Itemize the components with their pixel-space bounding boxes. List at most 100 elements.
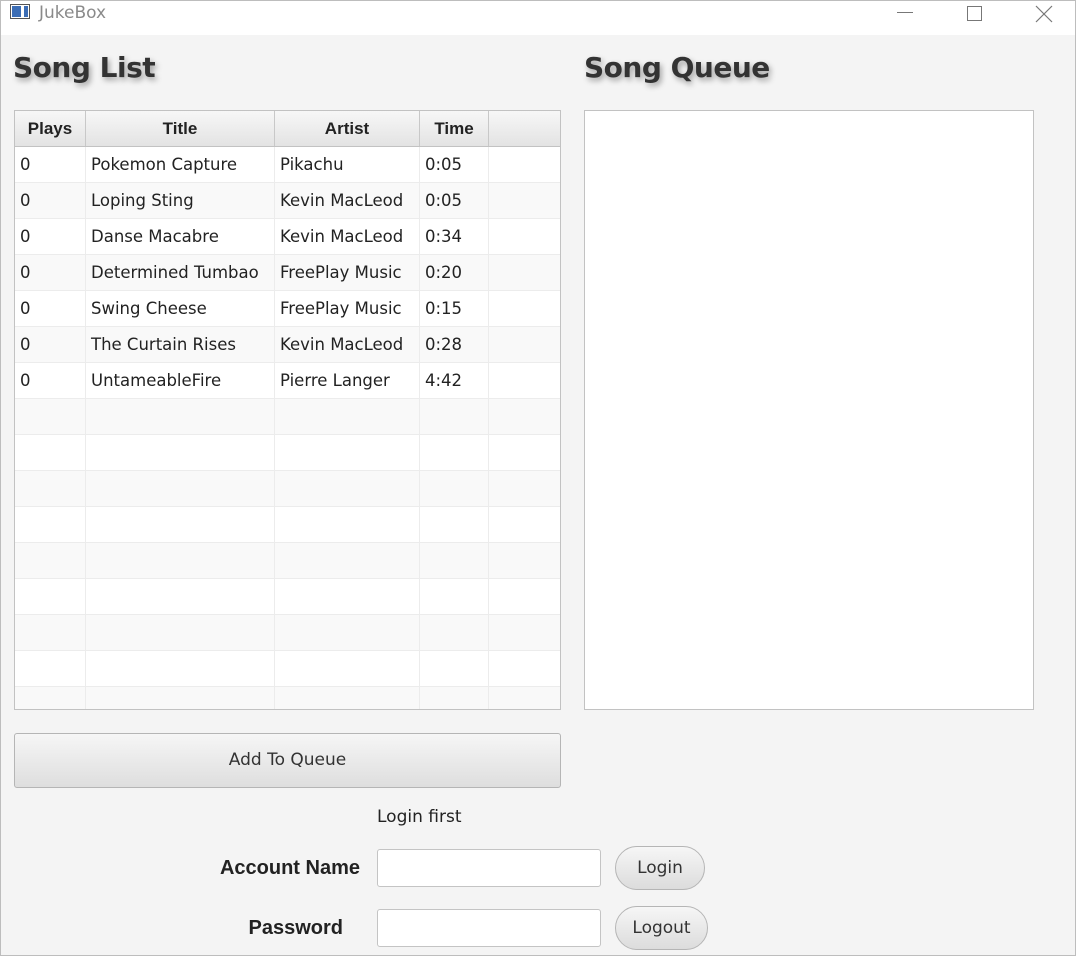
column-header-time[interactable]: Time bbox=[420, 111, 489, 146]
table-cell-artist: FreePlay Music bbox=[275, 291, 420, 326]
table-cell-time bbox=[420, 471, 489, 506]
table-row[interactable]: 0 Pokemon Capture Pikachu 0:05 bbox=[15, 147, 560, 183]
app-icon bbox=[10, 4, 30, 19]
table-cell-filler bbox=[489, 183, 560, 218]
password-label: Password bbox=[248, 917, 343, 939]
table-cell-plays bbox=[15, 507, 86, 542]
column-header-artist[interactable]: Artist bbox=[275, 111, 420, 146]
maximize-icon bbox=[967, 6, 982, 21]
table-cell-plays: 0 bbox=[15, 255, 86, 290]
table-cell-artist: Kevin MacLeod bbox=[275, 219, 420, 254]
login-status-text: Login first bbox=[377, 807, 462, 827]
table-cell-title: Determined Tumbao bbox=[86, 255, 275, 290]
table-cell-title bbox=[86, 651, 275, 686]
empty-table-row bbox=[15, 615, 560, 651]
table-cell-filler bbox=[489, 435, 560, 470]
table-cell-title: The Curtain Rises bbox=[86, 327, 275, 362]
table-cell-time: 0:34 bbox=[420, 219, 489, 254]
table-cell-filler bbox=[489, 327, 560, 362]
table-cell-title bbox=[86, 615, 275, 650]
minimize-icon bbox=[897, 12, 913, 13]
table-cell-plays bbox=[15, 579, 86, 614]
table-row[interactable]: 0 Determined Tumbao FreePlay Music 0:20 bbox=[15, 255, 560, 291]
table-cell-artist bbox=[275, 543, 420, 578]
table-cell-title bbox=[86, 579, 275, 614]
table-cell-plays: 0 bbox=[15, 147, 86, 182]
table-cell-filler bbox=[489, 507, 560, 542]
logout-button[interactable]: Logout bbox=[615, 906, 708, 950]
close-icon bbox=[1035, 5, 1053, 23]
table-row[interactable]: 0 The Curtain Rises Kevin MacLeod 0:28 bbox=[15, 327, 560, 363]
table-cell-time bbox=[420, 543, 489, 578]
table-cell-title: UntameableFire bbox=[86, 363, 275, 398]
table-cell-plays: 0 bbox=[15, 183, 86, 218]
maximize-button[interactable] bbox=[951, 1, 997, 29]
empty-table-row bbox=[15, 507, 560, 543]
table-row[interactable]: 0 Danse Macabre Kevin MacLeod 0:34 bbox=[15, 219, 560, 255]
add-to-queue-button[interactable]: Add To Queue bbox=[14, 733, 561, 788]
table-cell-artist: Kevin MacLeod bbox=[275, 183, 420, 218]
song-queue-heading: Song Queue bbox=[584, 51, 770, 84]
table-cell-artist bbox=[275, 399, 420, 434]
table-cell-plays: 0 bbox=[15, 291, 86, 326]
table-cell-plays bbox=[15, 543, 86, 578]
title-bar: JukeBox bbox=[1, 1, 1075, 35]
account-name-input[interactable] bbox=[377, 849, 601, 887]
table-cell-title bbox=[86, 543, 275, 578]
table-cell-plays: 0 bbox=[15, 363, 86, 398]
table-row[interactable]: 0 Loping Sting Kevin MacLeod 0:05 bbox=[15, 183, 560, 219]
empty-table-row bbox=[15, 651, 560, 687]
table-cell-filler bbox=[489, 399, 560, 434]
table-cell-time bbox=[420, 579, 489, 614]
window-title: JukeBox bbox=[39, 3, 107, 23]
table-cell-title bbox=[86, 507, 275, 542]
table-body: 0 Pokemon Capture Pikachu 0:05 0 Loping Sting… bbox=[15, 147, 560, 709]
table-cell-filler bbox=[489, 291, 560, 326]
empty-table-row bbox=[15, 399, 560, 435]
song-list-heading: Song List bbox=[13, 51, 156, 84]
table-cell-time bbox=[420, 687, 489, 709]
table-row[interactable]: 0 UntameableFire Pierre Langer 4:42 bbox=[15, 363, 560, 399]
empty-table-row bbox=[15, 543, 560, 579]
table-cell-time: 0:05 bbox=[420, 147, 489, 182]
table-cell-artist bbox=[275, 507, 420, 542]
table-cell-time bbox=[420, 651, 489, 686]
table-cell-filler bbox=[489, 687, 560, 709]
table-cell-plays: 0 bbox=[15, 219, 86, 254]
password-input[interactable] bbox=[377, 909, 601, 947]
empty-table-row bbox=[15, 687, 560, 709]
empty-table-row bbox=[15, 471, 560, 507]
table-row[interactable]: 0 Swing Cheese FreePlay Music 0:15 bbox=[15, 291, 560, 327]
table-cell-filler bbox=[489, 255, 560, 290]
column-header-title[interactable]: Title bbox=[86, 111, 275, 146]
table-cell-time: 4:42 bbox=[420, 363, 489, 398]
table-cell-title: Swing Cheese bbox=[86, 291, 275, 326]
table-cell-plays bbox=[15, 471, 86, 506]
account-name-label: Account Name bbox=[219, 857, 360, 879]
table-cell-plays bbox=[15, 651, 86, 686]
close-button[interactable] bbox=[1021, 1, 1067, 29]
table-cell-filler bbox=[489, 615, 560, 650]
table-cell-plays bbox=[15, 435, 86, 470]
song-table[interactable]: Plays Title Artist Time 0 Pokemon Capture… bbox=[14, 110, 561, 710]
table-cell-time bbox=[420, 507, 489, 542]
table-cell-time bbox=[420, 399, 489, 434]
table-cell-filler bbox=[489, 543, 560, 578]
table-cell-artist: FreePlay Music bbox=[275, 255, 420, 290]
column-header-plays[interactable]: Plays bbox=[15, 111, 86, 146]
table-cell-artist bbox=[275, 579, 420, 614]
table-cell-artist bbox=[275, 651, 420, 686]
table-cell-title bbox=[86, 435, 275, 470]
song-queue-list[interactable] bbox=[584, 110, 1034, 710]
minimize-button[interactable] bbox=[881, 1, 927, 29]
table-cell-title: Loping Sting bbox=[86, 183, 275, 218]
table-cell-filler bbox=[489, 219, 560, 254]
table-cell-artist bbox=[275, 687, 420, 709]
table-cell-title bbox=[86, 399, 275, 434]
login-button[interactable]: Login bbox=[615, 846, 705, 890]
table-cell-title bbox=[86, 471, 275, 506]
table-cell-time bbox=[420, 615, 489, 650]
jukebox-window: JukeBox Song List Song Queue Plays Title… bbox=[0, 0, 1076, 956]
table-header: Plays Title Artist Time bbox=[15, 111, 560, 147]
table-cell-artist bbox=[275, 615, 420, 650]
